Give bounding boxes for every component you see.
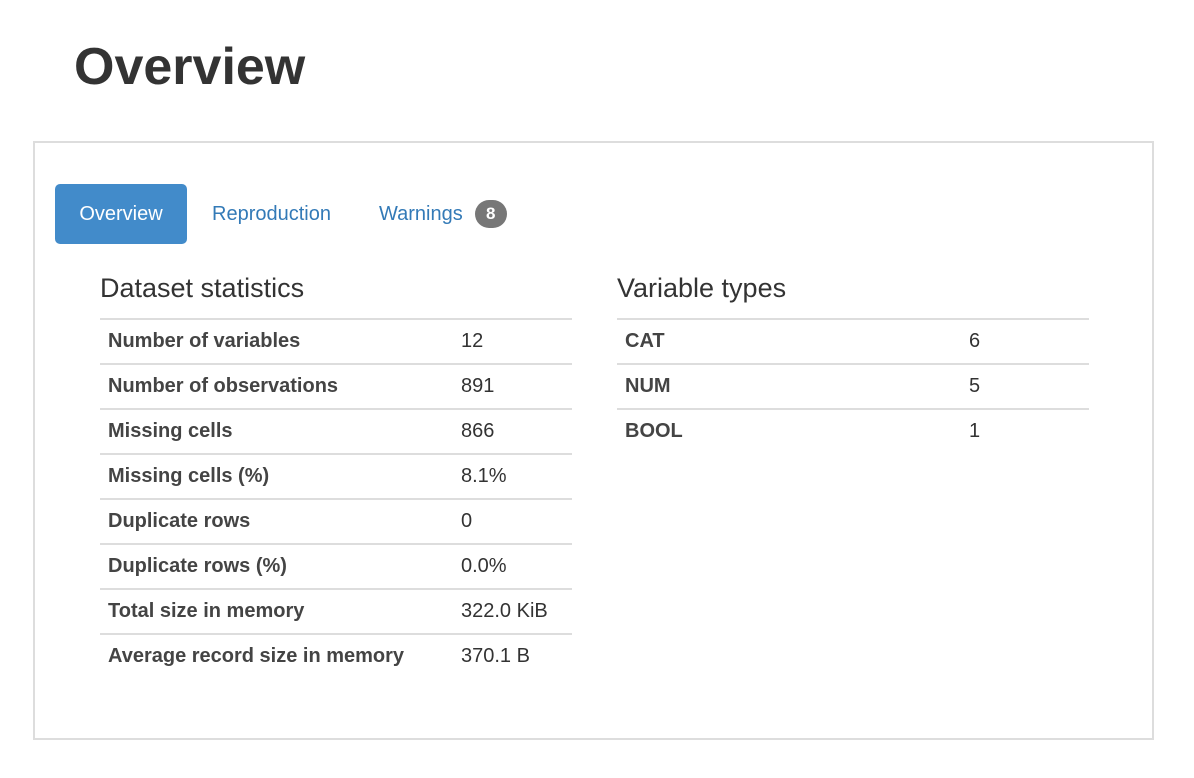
row-value: 0.0% (453, 543, 572, 589)
table-row: Total size in memory 322.0 KiB (100, 588, 572, 634)
variable-types-table: CAT 6 NUM 5 BOOL 1 (617, 318, 1089, 453)
table-row: BOOL 1 (617, 408, 1089, 453)
row-label: Total size in memory (100, 588, 453, 634)
warnings-count-badge: 8 (474, 200, 507, 228)
dataset-statistics-title: Dataset statistics (100, 273, 305, 303)
row-label: Average record size in memory (100, 633, 453, 678)
variable-types-title: Variable types (617, 273, 787, 303)
table-row: Duplicate rows 0 (100, 498, 572, 544)
row-value: 370.1 B (453, 633, 572, 678)
row-label: Number of variables (100, 318, 453, 364)
variable-types-section: Variable types CAT 6 NUM 5 BOOL 1 (617, 270, 1089, 453)
row-label: BOOL (617, 408, 961, 453)
tab-reproduction-label: Reproduction (212, 202, 331, 225)
row-value: 322.0 KiB (453, 588, 572, 634)
row-label: NUM (617, 363, 961, 409)
row-value: 5 (961, 363, 1089, 409)
row-value: 6 (961, 318, 1089, 364)
table-row: CAT 6 (617, 318, 1089, 364)
table-row: Duplicate rows (%) 0.0% (100, 543, 572, 589)
tab-warnings[interactable]: Warnings 8 (355, 184, 531, 244)
overview-panel: Overview Reproduction Warnings 8 Dataset… (33, 141, 1154, 740)
row-value: 12 (453, 318, 572, 364)
row-value: 891 (453, 363, 572, 409)
tab-bar: Overview Reproduction Warnings 8 (55, 184, 531, 244)
row-label: Missing cells (%) (100, 453, 453, 499)
table-row: Number of variables 12 (100, 318, 572, 364)
row-value: 1 (961, 408, 1089, 453)
tab-reproduction[interactable]: Reproduction (187, 184, 355, 244)
row-label: CAT (617, 318, 961, 364)
row-value: 8.1% (453, 453, 572, 499)
dataset-statistics-table: Number of variables 12 Number of observa… (100, 318, 572, 678)
table-row: Missing cells (%) 8.1% (100, 453, 572, 499)
table-row: Missing cells 866 (100, 408, 572, 454)
table-row: Average record size in memory 370.1 B (100, 633, 572, 678)
table-row: NUM 5 (617, 363, 1089, 409)
table-row: Number of observations 891 (100, 363, 572, 409)
tab-warnings-label: Warnings (378, 202, 463, 225)
tab-overview-label: Overview (79, 202, 163, 225)
tab-overview[interactable]: Overview (55, 184, 187, 244)
dataset-statistics-section: Dataset statistics Number of variables 1… (100, 270, 572, 678)
row-value: 0 (453, 498, 572, 544)
row-value: 866 (453, 408, 572, 454)
row-label: Number of observations (100, 363, 453, 409)
row-label: Missing cells (100, 408, 453, 454)
row-label: Duplicate rows (%) (100, 543, 453, 589)
page-title: Overview (74, 38, 306, 96)
row-label: Duplicate rows (100, 498, 453, 544)
